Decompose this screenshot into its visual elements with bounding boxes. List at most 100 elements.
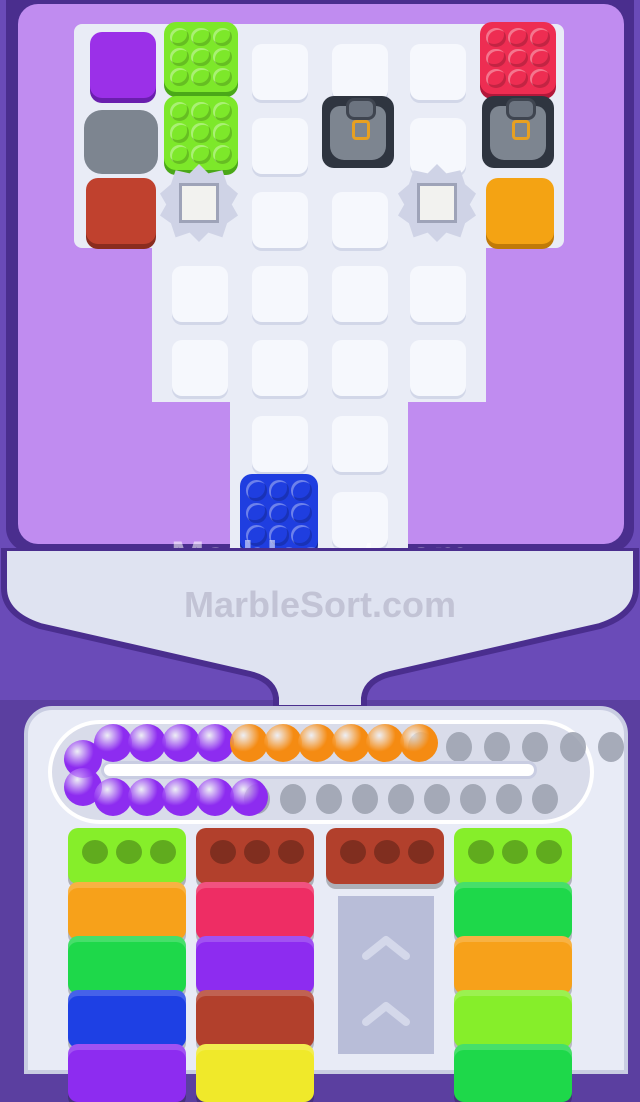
crate-bump [170,48,190,66]
bin-block[interactable] [196,990,314,1048]
empty-cell[interactable] [410,44,466,100]
orange-block[interactable] [486,178,554,244]
stone-bag-body [84,110,158,174]
crate-bump [170,102,190,122]
crate-bump [486,28,506,47]
marble [400,724,438,762]
bin-block[interactable] [196,936,314,994]
crate-bump [508,28,528,47]
bin-holes [468,840,562,864]
star-container-right[interactable] [398,164,476,242]
bin-holes [340,840,434,864]
marble [230,778,268,816]
crate-bump [212,68,232,86]
marble [196,778,234,816]
rope-icon [512,120,530,140]
bin-hole [374,840,400,864]
track-slot [484,732,510,762]
red-crate[interactable] [480,22,556,94]
bin-block[interactable] [454,882,572,940]
empty-cell[interactable] [332,266,388,322]
crate-bump [212,123,232,143]
bin-hole [408,840,434,864]
empty-cell[interactable] [332,44,388,100]
crate-bump [170,28,190,46]
purple-block[interactable] [90,32,156,98]
bin-block[interactable] [196,1044,314,1102]
track-divider [104,764,534,776]
marble [162,724,200,762]
stone-bag-middle[interactable] [322,96,394,168]
bin-block[interactable] [68,936,186,994]
empty-cell[interactable] [332,192,388,248]
track-slot [424,784,450,814]
bin-hole [116,840,142,864]
stone-bag-right[interactable] [482,96,554,168]
crate-bump [170,123,190,143]
bin-block[interactable] [454,936,572,994]
lime-crate-top[interactable] [164,22,238,92]
empty-cell[interactable] [252,340,308,396]
crate-bump [170,68,190,86]
empty-cell[interactable] [410,266,466,322]
stone-bag-left[interactable] [84,104,158,176]
crate-bump [530,69,550,88]
crate-bump [212,48,232,66]
empty-cell[interactable] [252,44,308,100]
marble [230,724,268,762]
crate-bump [508,48,528,68]
chevron-up-icon [362,936,410,1026]
brick-block[interactable] [86,178,156,244]
empty-cell[interactable] [332,416,388,472]
empty-chute[interactable] [338,896,434,1054]
bin-block[interactable] [68,1044,186,1102]
bin-block[interactable] [68,990,186,1048]
empty-cell[interactable] [252,118,308,174]
empty-cell[interactable] [252,192,308,248]
crate-bump [530,28,550,47]
crate-bump [291,480,312,501]
bin-block[interactable] [454,1044,572,1102]
marble [162,778,200,816]
bin-hole [340,840,366,864]
track-slot [560,732,586,762]
crate-bump [508,69,528,88]
bin-block[interactable] [68,882,186,940]
empty-cell[interactable] [252,416,308,472]
marble [366,724,404,762]
crate-bump [191,48,211,66]
bin-cap[interactable] [196,828,314,884]
empty-cell[interactable] [172,340,228,396]
empty-cell[interactable] [332,340,388,396]
crate-bump [191,28,211,46]
star-container-left[interactable] [160,164,238,242]
crate-bump [268,480,290,501]
empty-cell[interactable] [252,266,308,322]
empty-cell[interactable] [172,266,228,322]
crate-bump [246,480,267,501]
lime-crate-mid[interactable] [164,96,238,170]
bin-block[interactable] [196,882,314,940]
empty-cell[interactable] [410,340,466,396]
watermark-secondary: MarbleSort.com [183,584,457,625]
bin-cap[interactable] [68,828,186,884]
star-slot [417,183,457,223]
rope-icon [352,120,370,140]
bin-hole [502,840,528,864]
track-slot [352,784,378,814]
crate-bump [212,144,232,164]
crate-bump [291,502,312,524]
marble [298,724,336,762]
bin-block[interactable] [454,990,572,1048]
track-slot [522,732,548,762]
crate-bump [191,68,211,86]
funnel [1,548,639,708]
bin-hole [210,840,236,864]
bin-hole [536,840,562,864]
bin-cap[interactable] [454,828,572,884]
bin-cap[interactable] [326,828,444,884]
crate-bump [212,28,232,46]
bin-hole [82,840,108,864]
marble [196,724,234,762]
marble [128,724,166,762]
